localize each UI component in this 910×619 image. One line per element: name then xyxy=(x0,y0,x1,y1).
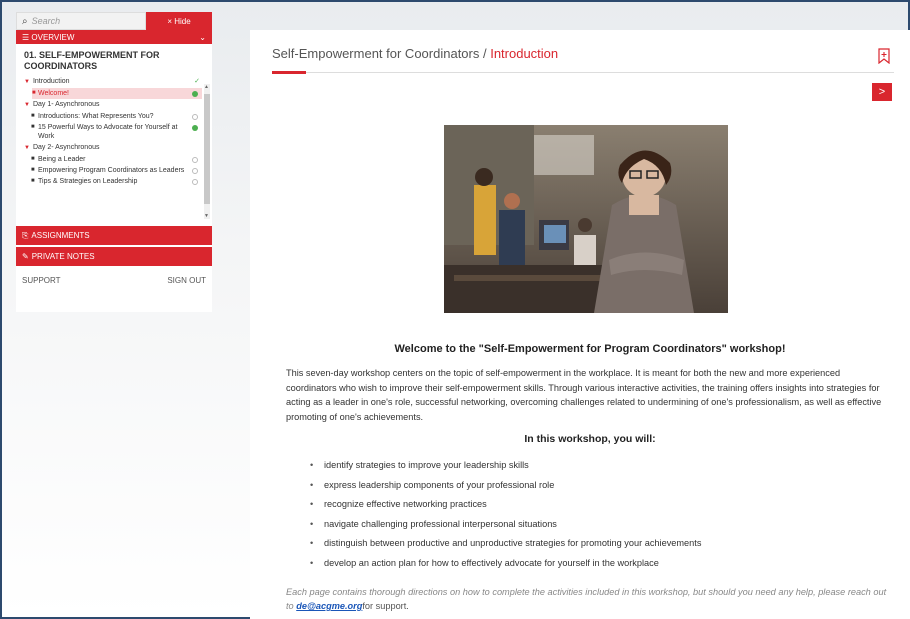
lesson-tips-strategies[interactable]: ■ Tips & Strategies on Leadership xyxy=(24,176,202,187)
complete-status-icon xyxy=(192,91,198,97)
lesson-15-ways[interactable]: ■ 15 Powerful Ways to Advocate for Yourse… xyxy=(24,122,202,142)
list-item: express leadership components of your pr… xyxy=(310,480,890,500)
list-item: recognize effective networking practices xyxy=(310,499,890,519)
breadcrumb-parent[interactable]: Self-Empowerment for Coordinators xyxy=(272,46,479,61)
bullet-icon: ■ xyxy=(31,113,35,119)
section-day-2[interactable]: ▼ Day 2- Asynchronous xyxy=(24,142,202,154)
check-icon: ✓ xyxy=(194,78,200,85)
search-input[interactable]: ⌕ Search xyxy=(16,12,146,30)
scrollbar-thumb[interactable] xyxy=(204,94,210,204)
section-label: Day 2- Asynchronous xyxy=(32,144,100,151)
complete-status-icon xyxy=(192,125,198,131)
lesson-label: Welcome! xyxy=(38,90,69,97)
incomplete-status-icon xyxy=(192,157,198,163)
section-day-1[interactable]: ▼ Day 1- Asynchronous xyxy=(24,99,202,111)
bookmark-icon[interactable] xyxy=(878,48,890,64)
lesson-label: Empowering Program Coordinators as Leade… xyxy=(38,167,185,174)
list-item: develop an action plan for how to effect… xyxy=(310,558,890,578)
course-title: 01. SELF-EMPOWERMENT FOR COORDINATORS xyxy=(24,50,160,71)
search-icon: ⌕ xyxy=(22,15,28,27)
bullet-icon: ■ xyxy=(32,90,36,96)
header-accent-bar xyxy=(272,71,306,74)
overview-label: ☰ OVERVIEW xyxy=(22,32,75,42)
private-notes-label: PRIVATE NOTES xyxy=(31,252,95,261)
lesson-empowering-coordinators[interactable]: ■ Empowering Program Coordinators as Lead… xyxy=(24,165,202,176)
expand-triangle-icon: ▼ xyxy=(24,79,30,85)
app-window: ⌕ Search × Hide ☰ OVERVIEW ⌄ 01. SELF-EM… xyxy=(0,0,910,619)
support-email-link[interactable]: de@acgme.org xyxy=(296,601,362,611)
lesson-label: Being a Leader xyxy=(38,156,86,163)
next-page-button[interactable]: > xyxy=(872,83,892,101)
lesson-being-a-leader[interactable]: ■ Being a Leader xyxy=(24,154,202,165)
sidebar: ⌕ Search × Hide ☰ OVERVIEW ⌄ 01. SELF-EM… xyxy=(16,12,212,312)
bullet-icon: ■ xyxy=(31,156,35,162)
search-placeholder: Search xyxy=(31,16,61,26)
assignments-icon: ⎘ xyxy=(22,230,29,240)
breadcrumb-separator: / xyxy=(479,46,491,61)
help-note: Each page contains thorough directions o… xyxy=(286,585,896,613)
lesson-welcome[interactable]: ■ Welcome! xyxy=(32,88,202,99)
list-item: identify strategies to improve your lead… xyxy=(310,460,890,480)
outline-scrollbar[interactable]: ▲ ▼ xyxy=(204,84,210,219)
hide-sidebar-button[interactable]: × Hide xyxy=(146,12,212,30)
workshop-photo xyxy=(444,125,728,313)
objectives-list: identify strategies to improve your lead… xyxy=(310,460,890,577)
list-item: distinguish between productive and unpro… xyxy=(310,538,890,558)
section-label: Introduction xyxy=(32,78,70,85)
bullet-icon: ■ xyxy=(31,178,35,184)
lesson-label: 15 Powerful Ways to Advocate for Yoursel… xyxy=(38,124,178,140)
chevron-down-icon: ⌄ xyxy=(199,32,206,42)
incomplete-status-icon xyxy=(192,168,198,174)
notes-icon: ✎ xyxy=(22,252,29,261)
lesson-introductions[interactable]: ■ Introductions: What Represents You? xyxy=(24,111,202,122)
sidebar-footer: SUPPORT SIGN OUT xyxy=(16,266,212,285)
content-panel: Self-Empowerment for Coordinators / Intr… xyxy=(250,30,910,619)
private-notes-button[interactable]: ✎ PRIVATE NOTES xyxy=(16,247,212,266)
objectives-heading: In this workshop, you will: xyxy=(524,433,656,445)
signout-link[interactable]: SIGN OUT xyxy=(167,276,206,285)
chevron-right-icon: > xyxy=(878,86,886,98)
section-label: Day 1- Asynchronous xyxy=(32,101,100,108)
help-note-tail: for support. xyxy=(362,601,409,611)
lesson-label: Tips & Strategies on Leadership xyxy=(38,178,138,185)
search-row: ⌕ Search × Hide xyxy=(16,12,212,30)
lesson-label: Introductions: What Represents You? xyxy=(38,113,154,120)
scroll-up-icon[interactable]: ▲ xyxy=(204,84,209,90)
assignments-button[interactable]: ⎘ ASSIGNMENTS xyxy=(16,226,212,245)
breadcrumb-current: Introduction xyxy=(490,46,559,61)
overview-toggle[interactable]: ☰ OVERVIEW ⌄ xyxy=(16,30,212,44)
section-introduction[interactable]: ▼ Introduction ✓ xyxy=(24,76,202,88)
incomplete-status-icon xyxy=(192,114,198,120)
course-outline: 01. SELF-EMPOWERMENT FOR COORDINATORS ▼ I… xyxy=(16,44,212,224)
intro-paragraph: This seven-day workshop centers on the t… xyxy=(286,368,882,422)
bullet-icon: ■ xyxy=(31,167,35,173)
expand-triangle-icon: ▼ xyxy=(24,102,30,108)
incomplete-status-icon xyxy=(192,179,198,185)
header-divider xyxy=(272,72,894,73)
support-link[interactable]: SUPPORT xyxy=(22,276,61,285)
expand-triangle-icon: ▼ xyxy=(24,145,30,151)
bullet-icon: ■ xyxy=(31,124,35,130)
scroll-down-icon[interactable]: ▼ xyxy=(204,213,209,219)
welcome-heading: Welcome to the "Self-Empowerment for Pro… xyxy=(394,343,786,355)
breadcrumb: Self-Empowerment for Coordinators / Intr… xyxy=(272,46,558,61)
list-item: navigate challenging professional interp… xyxy=(310,519,890,539)
assignments-label: ASSIGNMENTS xyxy=(31,231,90,240)
